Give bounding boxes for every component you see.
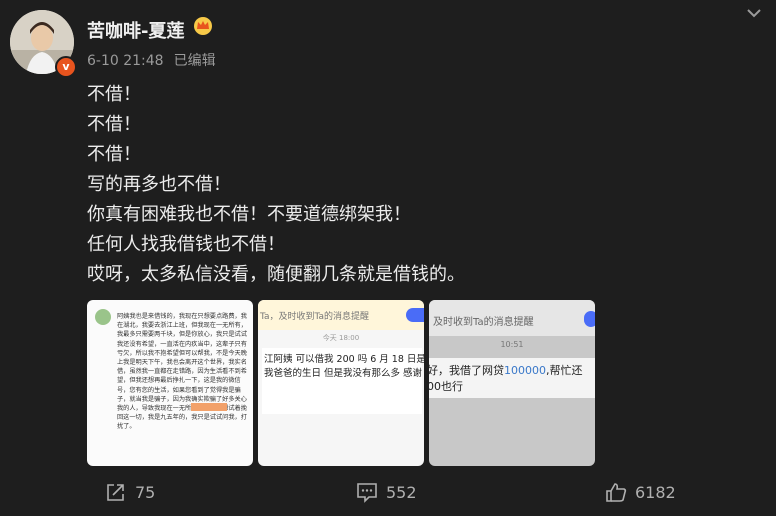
crown-icon xyxy=(194,17,212,35)
banner-text: 及时收到Ta的消息提醒 xyxy=(433,317,534,328)
like-count: 6182 xyxy=(635,482,676,502)
post-meta: 6-10 21:48 已编辑 xyxy=(87,50,216,70)
message-part: 好，我借了网贷 xyxy=(429,364,504,377)
like-button[interactable]: 6182 xyxy=(605,478,676,506)
repost-button[interactable]: 75 xyxy=(105,478,155,506)
post-line: 哎呀，太多私信没看，随便翻几条就是借钱的。 xyxy=(87,264,465,285)
post-line: 不借！ xyxy=(87,114,141,135)
post-line: 任何人找我借钱也不借！ xyxy=(87,234,285,255)
notification-banner: Ta，及时收到Ta的消息提醒 xyxy=(258,300,424,330)
message-text: 江阿姨 可以借我 200 吗 6 月 18 日是我爸爸的生日 但是我没有那么多 … xyxy=(264,354,424,379)
thumbs-up-icon xyxy=(606,483,627,502)
image-thumbnail-1[interactable]: 阿姨我也是来借钱的，我现在只想要点路费，我在湖北，我要去浙江上班，但我现在一无所… xyxy=(87,300,253,466)
chevron-down-icon[interactable] xyxy=(745,6,763,20)
comment-icon xyxy=(357,483,377,503)
redaction-mark xyxy=(191,403,227,411)
banner-button xyxy=(406,308,424,322)
message-part: ,帮忙还 xyxy=(546,364,583,377)
loan-amount: 100000 xyxy=(504,364,546,377)
banner-text: Ta，及时收到Ta的消息提醒 xyxy=(260,312,370,322)
image-thumbnail-3[interactable]: 及时收到Ta的消息提醒 10:51 好，我借了网贷100000,帮忙还 00也行 xyxy=(429,300,595,466)
banner-button xyxy=(584,311,595,327)
post-date[interactable]: 6-10 21:48 xyxy=(87,53,164,69)
comment-count: 552 xyxy=(386,482,417,502)
message-text: 阿姨我也是来借钱的，我现在只想要点路费，我在湖北，我要去浙江上班，但我现在一无所… xyxy=(117,313,247,431)
edited-label[interactable]: 已编辑 xyxy=(174,53,216,69)
comment-button[interactable]: 552 xyxy=(356,478,417,506)
message-time: 今天 18:00 xyxy=(322,334,360,342)
sender-avatar xyxy=(95,309,111,325)
verified-badge-icon: v xyxy=(55,56,77,78)
post-line: 你真有困难我也不借！不要道德绑架我！ xyxy=(87,204,411,225)
author-name[interactable]: 苦咖啡-夏莲 xyxy=(87,17,184,43)
notification-banner: 及时收到Ta的消息提醒 xyxy=(429,300,595,336)
message-part: 00也行 xyxy=(429,380,463,393)
message-time: 10:51 xyxy=(500,340,524,349)
post-text: 不借！ 不借！ 不借！ 写的再多也不借！ 你真有困难我也不借！不要道德绑架我！ … xyxy=(87,80,747,290)
action-bar: 75 552 6182 xyxy=(0,478,776,506)
message-text: 好，我借了网贷100000,帮忙还 00也行 xyxy=(429,363,595,395)
repost-icon xyxy=(107,484,124,501)
image-thumbnail-2[interactable]: Ta，及时收到Ta的消息提醒 今天 18:00 江阿姨 可以借我 200 吗 6… xyxy=(258,300,424,466)
post-line: 不借！ xyxy=(87,144,141,165)
post-line: 写的再多也不借！ xyxy=(87,174,231,195)
post-line: 不借！ xyxy=(87,84,141,105)
repost-count: 75 xyxy=(135,482,156,502)
